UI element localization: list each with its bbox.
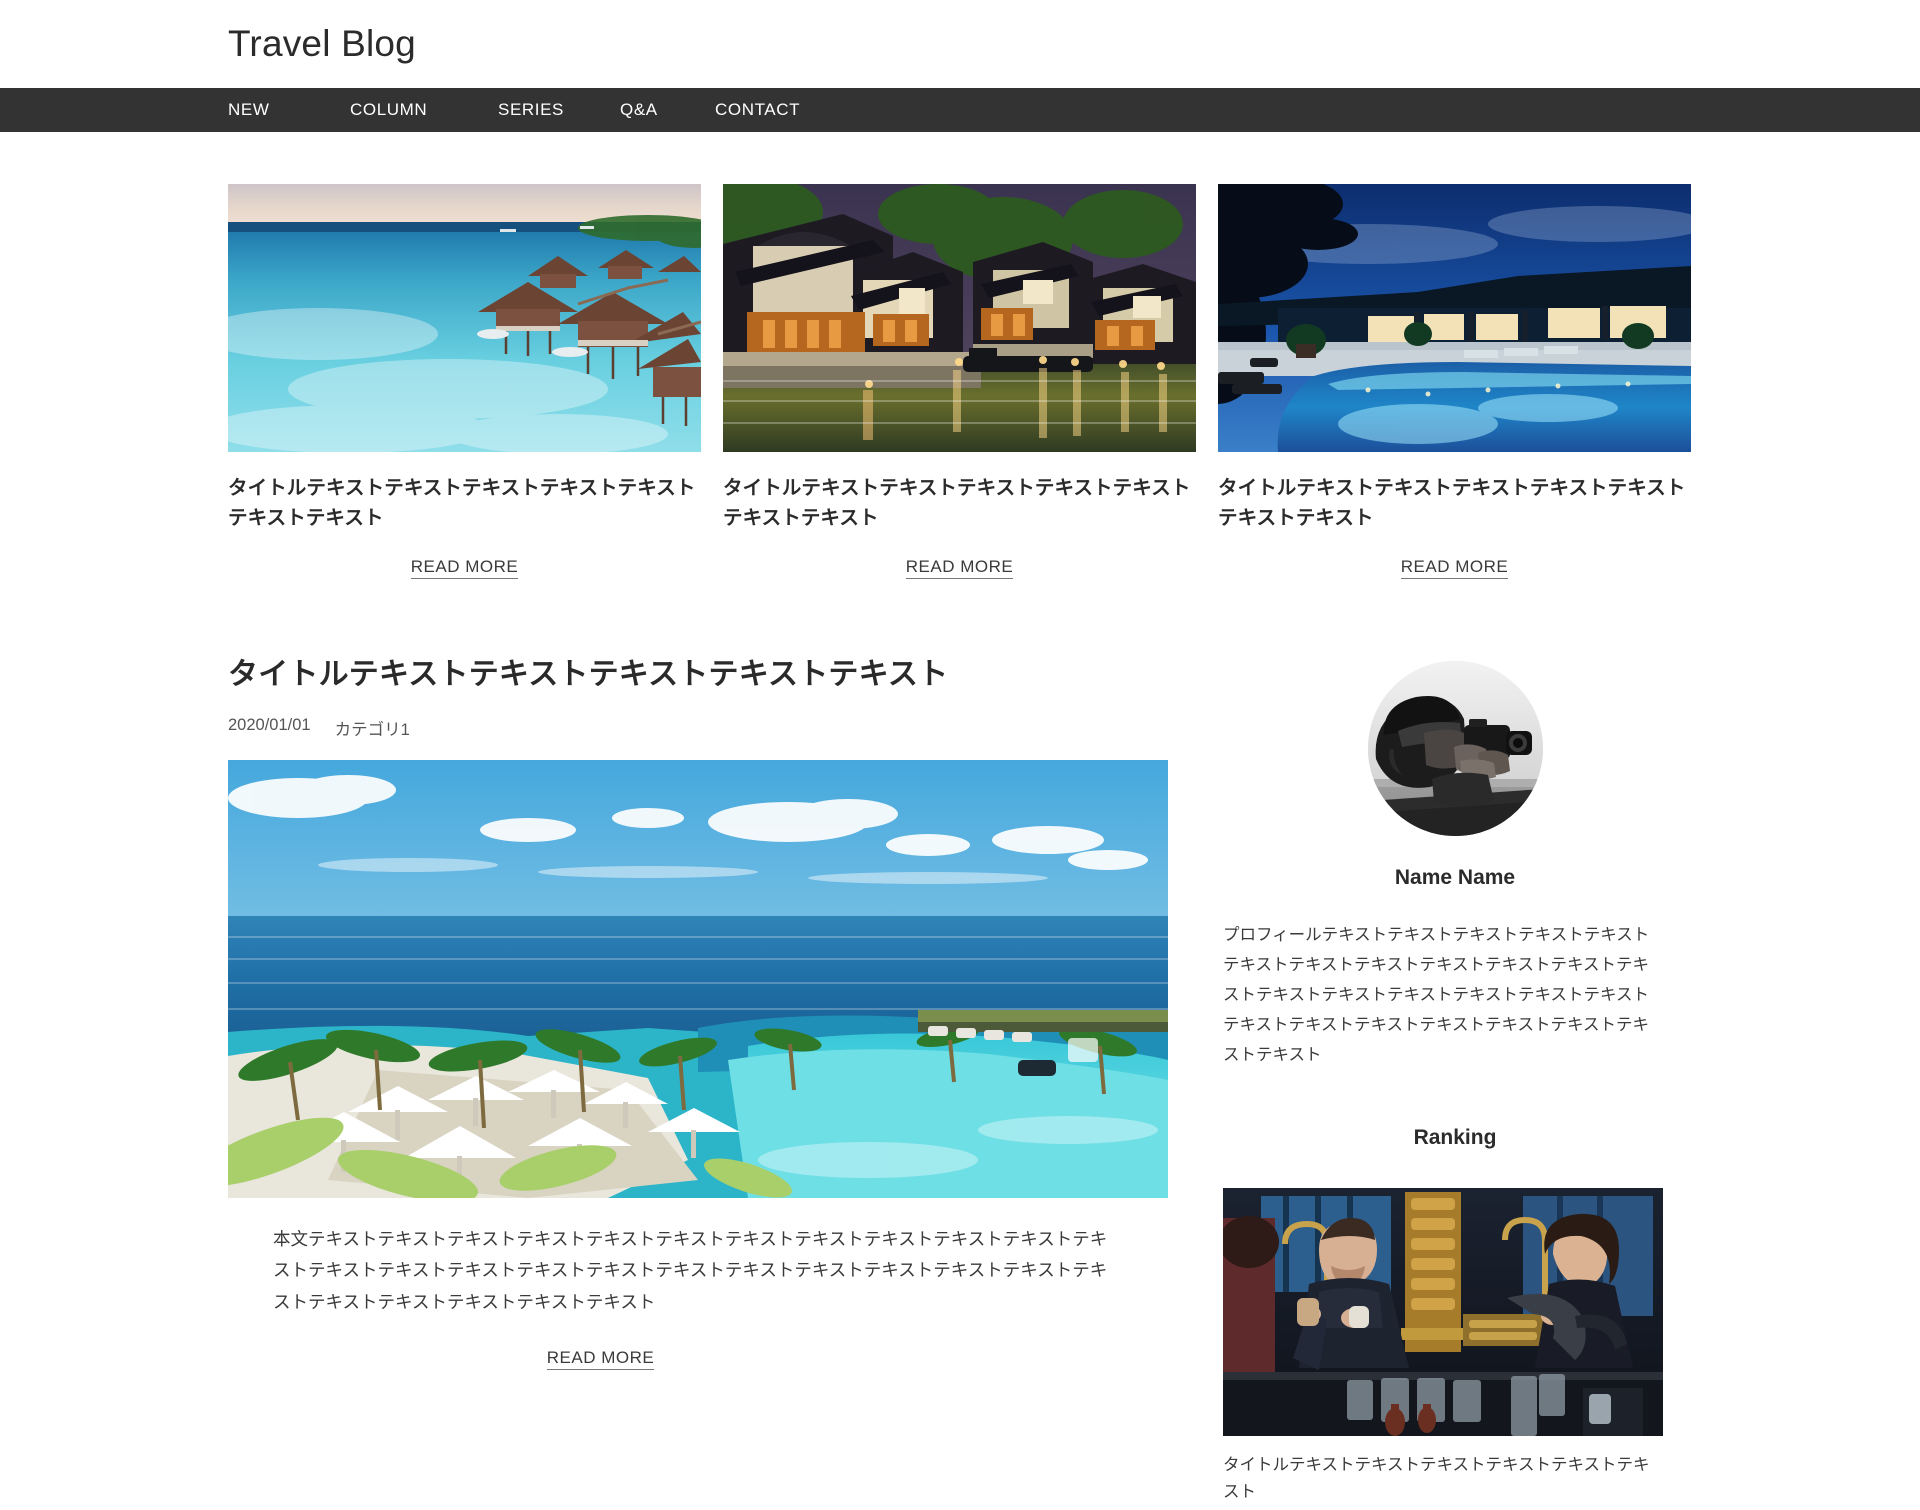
nav-item-series[interactable]: SERIES xyxy=(498,100,620,120)
read-more-link[interactable]: READ MORE xyxy=(546,1347,655,1370)
article-category[interactable]: カテゴリ1 xyxy=(335,716,410,740)
card-readmore-wrap: READ MORE xyxy=(228,557,701,580)
article-column: タイトルテキストテキストテキストテキストテキスト 2020/01/01 カテゴリ… xyxy=(228,655,1168,1505)
article-title: タイトルテキストテキストテキストテキストテキスト xyxy=(228,658,949,692)
nav-item-new[interactable]: NEW xyxy=(228,100,350,120)
card-title: タイトルテキストテキストテキストテキストテキストテキストテキスト xyxy=(228,477,696,529)
nav-item-qa[interactable]: Q&A xyxy=(620,100,715,120)
featured-card[interactable]: タイトルテキストテキストテキストテキストテキストテキストテキスト READ MO… xyxy=(228,184,701,580)
avatar-wrap xyxy=(1220,661,1690,837)
card-readmore-wrap: READ MORE xyxy=(1218,557,1691,580)
article-date: 2020/01/01 xyxy=(228,716,311,735)
content-wrapper: タイトルテキストテキストテキストテキストテキストテキストテキスト READ MO… xyxy=(228,132,1692,1505)
article-meta: 2020/01/01 カテゴリ1 xyxy=(228,716,1168,740)
photographer-with-camera-portrait xyxy=(1367,661,1543,837)
featured-card-row: タイトルテキストテキストテキストテキストテキストテキストテキスト READ MO… xyxy=(228,184,1692,580)
main-navigation: NEW COLUMN SERIES Q&A CONTACT xyxy=(0,88,1920,132)
site-title: Travel Blog xyxy=(228,23,416,64)
main-section: タイトルテキストテキストテキストテキストテキスト 2020/01/01 カテゴリ… xyxy=(228,655,1692,1505)
read-more-link[interactable]: READ MORE xyxy=(905,557,1014,580)
ranking-heading: Ranking xyxy=(1413,1126,1497,1150)
card-readmore-wrap: READ MORE xyxy=(723,557,1196,580)
article-readmore-wrap: READ MORE xyxy=(228,1347,928,1370)
coffee-bar-baristas-photo[interactable] xyxy=(1223,1188,1663,1437)
card-title: タイトルテキストテキストテキストテキストテキストテキストテキスト xyxy=(1218,477,1686,529)
read-more-link[interactable]: READ MORE xyxy=(410,557,519,580)
featured-card[interactable]: タイトルテキストテキストテキストテキストテキストテキストテキスト READ MO… xyxy=(723,184,1196,580)
article-body: 本文テキストテキストテキストテキストテキストテキストテキストテキストテキストテキ… xyxy=(273,1229,1108,1312)
ranking-item-title: タイトルテキストテキストテキストテキストテキストテキスト xyxy=(1223,1456,1650,1501)
read-more-link[interactable]: READ MORE xyxy=(1400,557,1509,580)
card-title: タイトルテキストテキストテキストテキストテキストテキストテキスト xyxy=(723,477,1191,529)
nav-item-contact[interactable]: CONTACT xyxy=(715,100,800,120)
chinese-water-town-night-photo[interactable] xyxy=(723,184,1196,452)
ranking-item[interactable]: タイトルテキストテキストテキストテキストテキストテキスト xyxy=(1220,1188,1690,1505)
tropical-resort-infinity-pool-photo[interactable] xyxy=(228,760,1168,1199)
overwater-bungalows-maldives-photo[interactable] xyxy=(228,184,701,452)
featured-card[interactable]: タイトルテキストテキストテキストテキストテキストテキストテキスト READ MO… xyxy=(1218,184,1691,580)
resort-pool-twilight-photo[interactable] xyxy=(1218,184,1691,452)
nav-item-column[interactable]: COLUMN xyxy=(350,100,498,120)
sidebar: Name Name プロフィールテキストテキストテキストテキストテキストテキスト… xyxy=(1220,655,1690,1505)
site-header: Travel Blog xyxy=(0,0,1920,88)
profile-name: Name Name xyxy=(1394,866,1516,890)
profile-text: プロフィールテキストテキストテキストテキストテキストテキストテキストテキストテキ… xyxy=(1223,926,1650,1065)
